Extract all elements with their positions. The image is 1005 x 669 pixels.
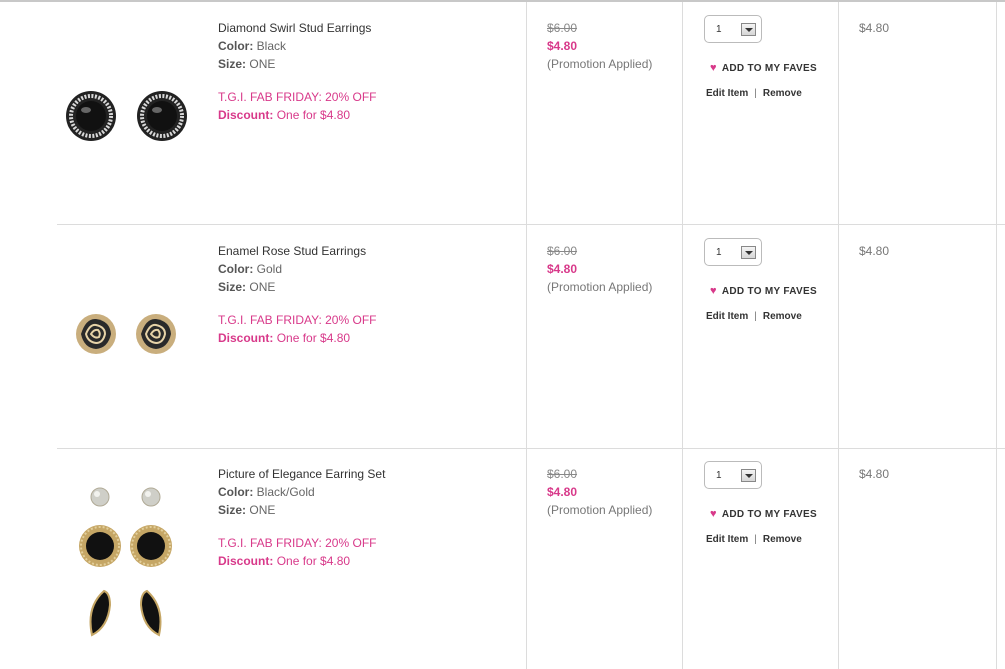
discount-text: Discount: One for $4.80 bbox=[218, 108, 350, 122]
item-name[interactable]: Enamel Rose Stud Earrings bbox=[218, 244, 366, 258]
add-to-faves-link[interactable]: ♥ ADD TO MY FAVES bbox=[710, 508, 817, 520]
item-total: $4.80 bbox=[859, 244, 890, 258]
discount-label: Discount: bbox=[218, 331, 274, 345]
action-separator: | bbox=[754, 88, 757, 99]
quantity-value: 1 bbox=[716, 247, 722, 258]
item-color: Color: Black/Gold bbox=[218, 485, 315, 499]
item-size: Size: ONE bbox=[218, 503, 275, 517]
chevron-down-icon[interactable] bbox=[741, 23, 756, 36]
heart-icon: ♥ bbox=[710, 508, 717, 520]
promotion-applied-note: (Promotion Applied) bbox=[547, 503, 653, 517]
faves-label: ADD TO MY FAVES bbox=[721, 509, 817, 520]
discount-value: One for $4.80 bbox=[276, 331, 351, 345]
color-value: Black/Gold bbox=[256, 485, 315, 499]
chevron-down-icon[interactable] bbox=[741, 469, 756, 482]
sale-price: $4.80 bbox=[547, 262, 578, 276]
action-separator: | bbox=[754, 311, 757, 322]
original-price: $6.00 bbox=[547, 244, 578, 258]
product-image-elegance-earring-set[interactable] bbox=[58, 457, 208, 667]
item-name[interactable]: Diamond Swirl Stud Earrings bbox=[218, 21, 371, 35]
promotion-applied-note: (Promotion Applied) bbox=[547, 57, 653, 71]
discount-text: Discount: One for $4.80 bbox=[218, 331, 350, 345]
discount-label: Discount: bbox=[218, 554, 274, 568]
item-actions: Edit Item | Remove bbox=[706, 311, 802, 322]
color-value: Black bbox=[256, 39, 287, 53]
item-actions: Edit Item | Remove bbox=[706, 88, 802, 99]
remove-item-link[interactable]: Remove bbox=[763, 311, 802, 322]
item-total: $4.80 bbox=[859, 467, 890, 481]
quantity-select[interactable]: 1 bbox=[704, 15, 762, 43]
original-price: $6.00 bbox=[547, 467, 578, 481]
product-image-diamond-swirl-studs[interactable] bbox=[58, 8, 208, 218]
item-actions: Edit Item | Remove bbox=[706, 534, 802, 545]
quantity-select[interactable]: 1 bbox=[704, 461, 762, 489]
promotion-text: T.G.I. FAB FRIDAY: 20% OFF bbox=[218, 313, 377, 327]
color-label: Color: bbox=[218, 485, 254, 499]
cart-item-row: Diamond Swirl Stud Earrings Color: Black… bbox=[0, 0, 1005, 224]
sale-price: $4.80 bbox=[547, 485, 578, 499]
size-label: Size: bbox=[218, 280, 247, 294]
promotion-text: T.G.I. FAB FRIDAY: 20% OFF bbox=[218, 536, 377, 550]
original-price: $6.00 bbox=[547, 21, 578, 35]
remove-item-link[interactable]: Remove bbox=[763, 88, 802, 99]
action-separator: | bbox=[754, 534, 757, 545]
sale-price: $4.80 bbox=[547, 39, 578, 53]
color-value: Gold bbox=[256, 262, 283, 276]
color-label: Color: bbox=[218, 262, 254, 276]
remove-item-link[interactable]: Remove bbox=[763, 534, 802, 545]
cart-item-row: Picture of Elegance Earring Set Color: B… bbox=[0, 449, 1005, 669]
faves-label: ADD TO MY FAVES bbox=[721, 286, 817, 297]
size-value: ONE bbox=[249, 280, 276, 294]
size-label: Size: bbox=[218, 503, 247, 517]
promotion-text: T.G.I. FAB FRIDAY: 20% OFF bbox=[218, 90, 377, 104]
edit-item-link[interactable]: Edit Item bbox=[706, 311, 748, 322]
size-value: ONE bbox=[249, 503, 276, 517]
item-total: $4.80 bbox=[859, 21, 890, 35]
add-to-faves-link[interactable]: ♥ ADD TO MY FAVES bbox=[710, 285, 817, 297]
promotion-applied-note: (Promotion Applied) bbox=[547, 280, 653, 294]
product-image-enamel-rose-studs[interactable] bbox=[58, 233, 208, 443]
discount-text: Discount: One for $4.80 bbox=[218, 554, 350, 568]
add-to-faves-link[interactable]: ♥ ADD TO MY FAVES bbox=[710, 62, 817, 74]
discount-value: One for $4.80 bbox=[276, 108, 351, 122]
item-size: Size: ONE bbox=[218, 57, 275, 71]
cart-item-row: Enamel Rose Stud Earrings Color: Gold Si… bbox=[0, 225, 1005, 448]
edit-item-link[interactable]: Edit Item bbox=[706, 88, 748, 99]
quantity-value: 1 bbox=[716, 470, 722, 481]
quantity-value: 1 bbox=[716, 24, 722, 35]
item-color: Color: Gold bbox=[218, 262, 282, 276]
heart-icon: ♥ bbox=[710, 285, 717, 297]
item-color: Color: Black bbox=[218, 39, 286, 53]
heart-icon: ♥ bbox=[710, 62, 717, 74]
size-label: Size: bbox=[218, 57, 247, 71]
chevron-down-icon[interactable] bbox=[741, 246, 756, 259]
quantity-select[interactable]: 1 bbox=[704, 238, 762, 266]
item-size: Size: ONE bbox=[218, 280, 275, 294]
edit-item-link[interactable]: Edit Item bbox=[706, 534, 748, 545]
discount-label: Discount: bbox=[218, 108, 274, 122]
discount-value: One for $4.80 bbox=[276, 554, 351, 568]
size-value: ONE bbox=[249, 57, 276, 71]
item-name[interactable]: Picture of Elegance Earring Set bbox=[218, 467, 385, 481]
faves-label: ADD TO MY FAVES bbox=[721, 63, 817, 74]
color-label: Color: bbox=[218, 39, 254, 53]
